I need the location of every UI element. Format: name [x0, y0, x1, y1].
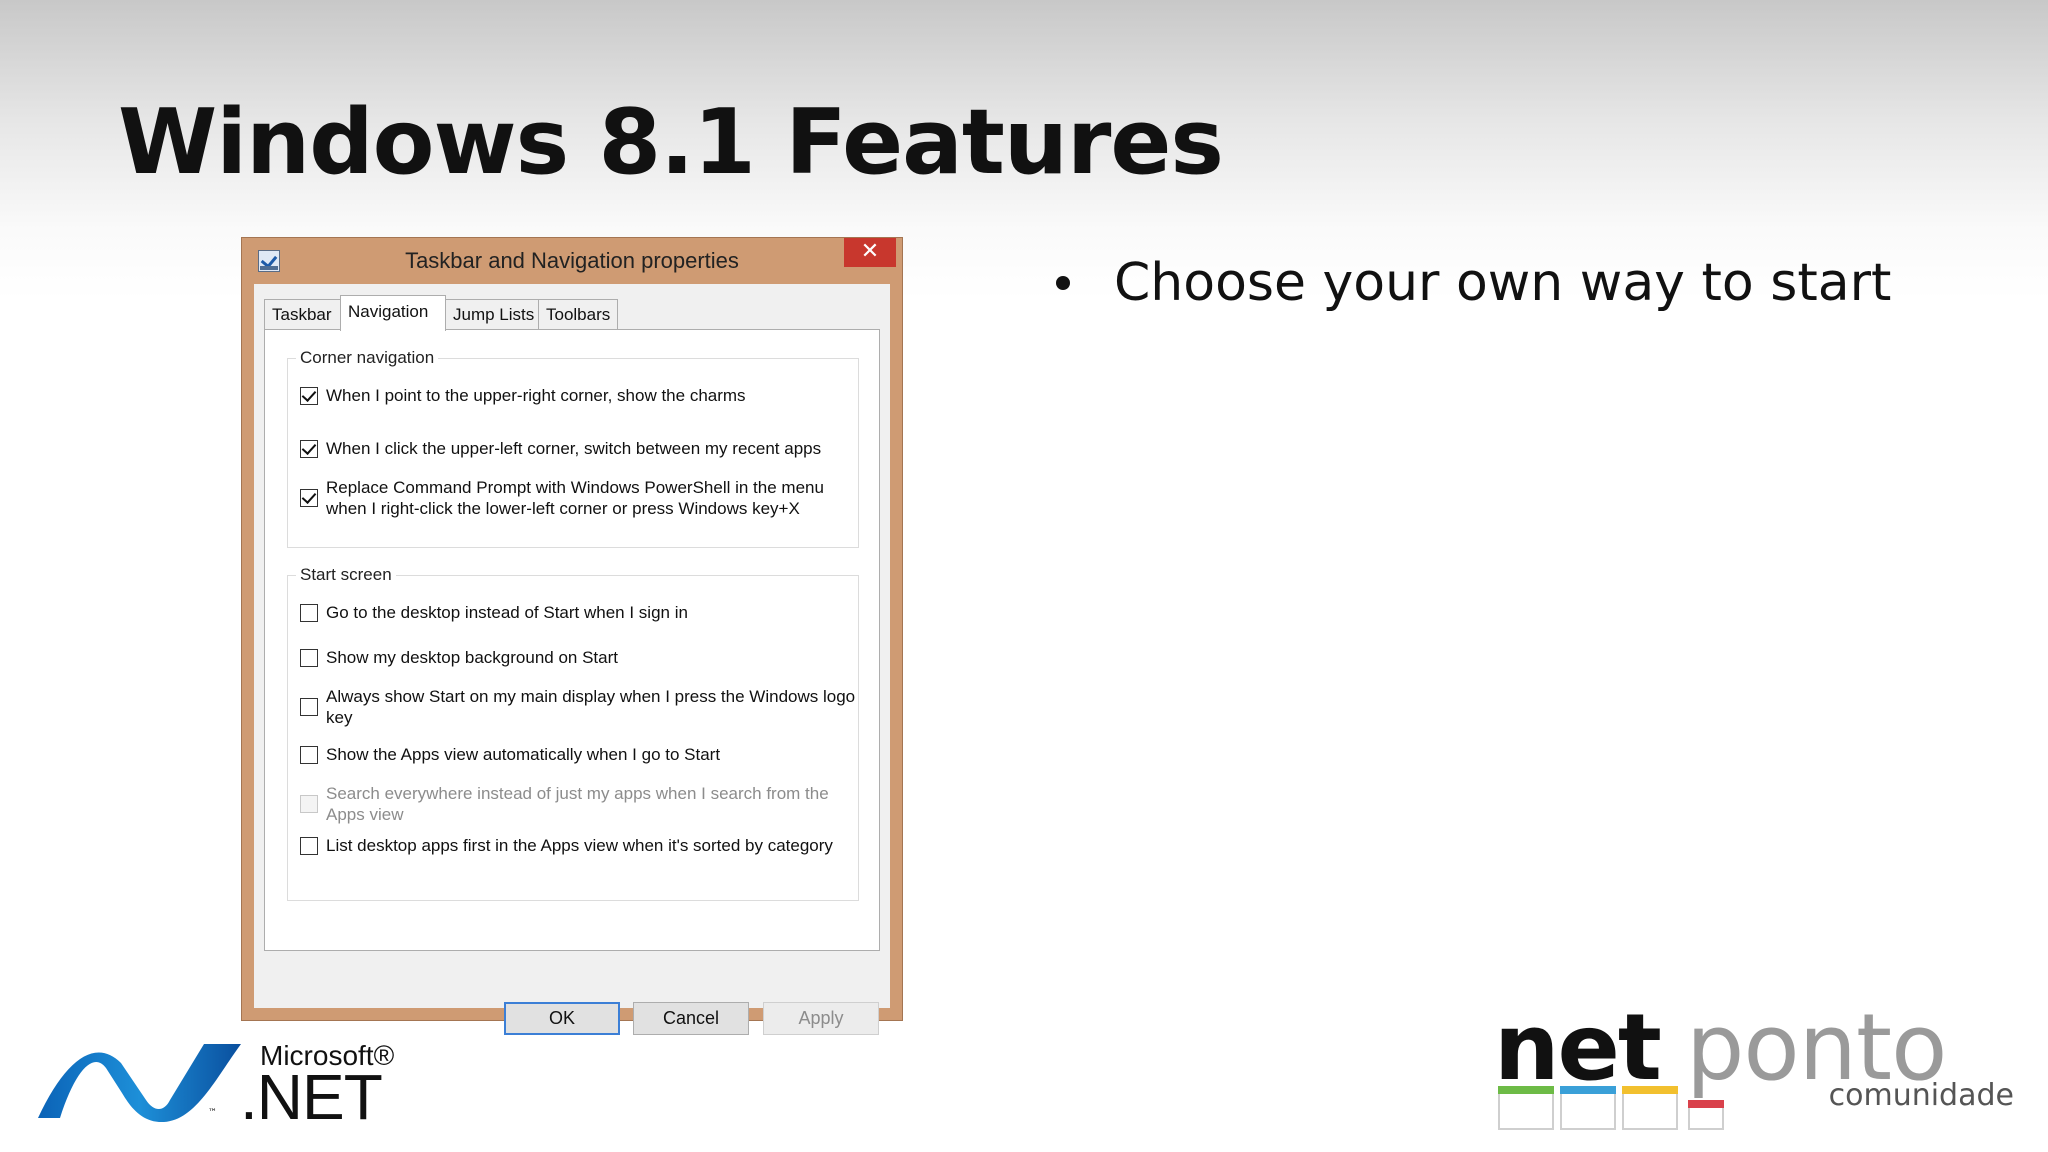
option-show-charms[interactable]: When I point to the upper-right corner, …: [300, 385, 856, 406]
dotnet-wordmark: .NET: [240, 1061, 383, 1133]
go-to-desktop-checkbox[interactable]: [300, 603, 318, 622]
show-start-main-display-checkbox[interactable]: [300, 698, 318, 716]
desktop-background-checkbox[interactable]: [300, 648, 318, 667]
ok-button[interactable]: OK: [504, 1002, 620, 1035]
show-charms-label: When I point to the upper-right corner, …: [326, 386, 746, 405]
blue-square-icon: [1560, 1086, 1616, 1130]
netponto-comunidade-text: comunidade: [1828, 1078, 2014, 1113]
trademark-mark: ™: [208, 1108, 217, 1118]
show-charms-checkbox[interactable]: [300, 386, 318, 405]
option-apps-view-auto[interactable]: Show the Apps view automatically when I …: [300, 744, 856, 765]
netponto-logo: net ponto comunidade: [1494, 998, 2014, 1144]
option-desktop-background[interactable]: Show my desktop background on Start: [300, 647, 856, 668]
go-to-desktop-label: Go to the desktop instead of Start when …: [326, 603, 688, 622]
red-square-icon: [1688, 1100, 1724, 1130]
search-everywhere-checkbox: [300, 795, 318, 813]
bullet-item: Choose your own way to start: [1056, 248, 1891, 318]
option-go-to-desktop[interactable]: Go to the desktop instead of Start when …: [300, 602, 856, 623]
option-search-everywhere: Search everywhere instead of just my app…: [300, 783, 856, 825]
apply-button: Apply: [763, 1002, 879, 1035]
switch-recent-apps-checkbox[interactable]: [300, 439, 318, 458]
netponto-net-text: net: [1494, 994, 1662, 1101]
green-square-icon: [1498, 1086, 1554, 1130]
tab-jump-lists[interactable]: Jump Lists: [445, 299, 539, 329]
dialog-title: Taskbar and Navigation properties: [405, 248, 739, 273]
replace-powershell-checkbox[interactable]: [300, 489, 318, 507]
apps-view-auto-label: Show the Apps view automatically when I …: [326, 745, 721, 764]
taskbar-navigation-dialog: Taskbar and Navigation properties ✕ Task…: [241, 237, 903, 1035]
search-everywhere-label: Search everywhere instead of just my app…: [326, 784, 829, 824]
dialog-client-area: Taskbar Navigation Jump Lists Toolbars C…: [254, 284, 890, 1035]
tab-taskbar[interactable]: Taskbar: [264, 299, 341, 329]
cancel-button[interactable]: Cancel: [633, 1002, 749, 1035]
desktop-background-label: Show my desktop background on Start: [326, 648, 618, 667]
list-desktop-apps-first-label: List desktop apps first in the Apps view…: [326, 836, 833, 855]
list-desktop-apps-first-checkbox[interactable]: [300, 836, 318, 855]
start-screen-group: Start screen Go to the desktop instead o…: [287, 564, 859, 901]
option-show-start-main-display[interactable]: Always show Start on my main display whe…: [300, 686, 856, 728]
tab-toolbars[interactable]: Toolbars: [538, 299, 618, 329]
option-list-desktop-apps-first[interactable]: List desktop apps first in the Apps view…: [300, 835, 856, 856]
slide-title: Windows 8.1 Features: [118, 90, 1224, 195]
option-switch-recent-apps[interactable]: When I click the upper-left corner, swit…: [300, 438, 856, 459]
navigation-tab-panel: Corner navigation When I point to the up…: [264, 329, 880, 951]
option-replace-powershell[interactable]: Replace Command Prompt with Windows Powe…: [300, 477, 856, 519]
bullet-text: Choose your own way to start: [1114, 253, 1892, 313]
bullet-dot: [1056, 276, 1070, 290]
yellow-square-icon: [1622, 1086, 1678, 1130]
microsoft-dotnet-logo: ™ Microsoft® .NET: [36, 1038, 396, 1133]
show-start-main-display-label: Always show Start on my main display whe…: [326, 687, 856, 727]
corner-navigation-group: Corner navigation When I point to the up…: [287, 347, 859, 548]
close-button[interactable]: ✕: [844, 238, 896, 267]
tab-navigation[interactable]: Navigation: [340, 295, 446, 331]
dialog-titlebar[interactable]: Taskbar and Navigation properties ✕: [242, 238, 902, 284]
apps-view-auto-checkbox[interactable]: [300, 745, 318, 764]
switch-recent-apps-label: When I click the upper-left corner, swit…: [326, 439, 822, 458]
start-screen-label: Start screen: [296, 564, 396, 586]
replace-powershell-label: Replace Command Prompt with Windows Powe…: [326, 478, 824, 518]
corner-navigation-label: Corner navigation: [296, 347, 439, 369]
dotnet-wave-icon: [38, 1044, 241, 1123]
